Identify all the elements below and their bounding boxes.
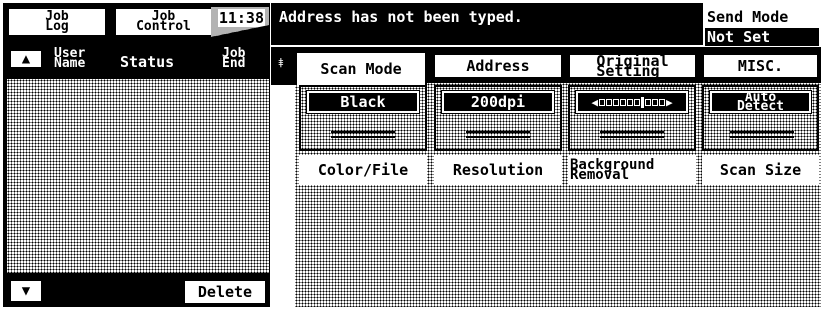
- status-message: Address has not been typed.: [279, 8, 523, 26]
- background-removal-label: Background Removal: [568, 155, 696, 185]
- tab-original-setting[interactable]: Original Setting: [568, 53, 697, 79]
- resolution-label: Resolution: [434, 155, 562, 185]
- column-status: Status: [120, 53, 175, 71]
- button-bar-decoration: [466, 136, 530, 138]
- tab-scan-mode[interactable]: Scan Mode: [295, 51, 427, 85]
- delete-button[interactable]: Delete: [183, 279, 267, 305]
- tab-corner-decoration: [211, 25, 269, 37]
- column-job-end: Job End: [222, 46, 246, 71]
- tab-address[interactable]: Address: [433, 53, 563, 79]
- color-file-value: Black: [306, 90, 420, 114]
- send-mode-label: Send Mode: [705, 7, 819, 26]
- button-bar-decoration: [600, 136, 664, 138]
- scan-size-label: Scan Size: [702, 155, 819, 185]
- job-control-button[interactable]: Job Control: [114, 7, 211, 37]
- arrow-down-icon: ▼: [21, 283, 31, 299]
- button-bar-decoration: [730, 136, 794, 138]
- column-user-name: User Name: [54, 46, 86, 71]
- color-file-button[interactable]: Black: [299, 85, 427, 151]
- resolution-value: 200dpi: [441, 90, 555, 114]
- arrow-up-icon: ▲: [21, 51, 31, 67]
- button-bar-decoration: [730, 131, 794, 133]
- scroll-up-button[interactable]: ▲: [9, 49, 43, 69]
- send-mode-value: Not Set: [705, 28, 819, 46]
- button-bar-decoration: [331, 136, 395, 138]
- button-bar-decoration: [466, 131, 530, 133]
- density-slider-icon: ◀ ▶: [575, 90, 689, 114]
- button-bar-decoration: [600, 131, 664, 133]
- tab-misc[interactable]: MISC.: [702, 53, 819, 79]
- job-log-button[interactable]: Job Log: [7, 7, 107, 37]
- book-icon: ⯒: [278, 56, 284, 71]
- copier-screen: Job Log Job Control 11:38 ▲ User Name Statu…: [3, 3, 821, 307]
- scan-size-button[interactable]: Auto Detect: [702, 85, 819, 151]
- scroll-down-button[interactable]: ▼: [9, 279, 43, 303]
- background-removal-button[interactable]: ◀ ▶: [568, 85, 696, 151]
- color-file-label: Color/File: [299, 155, 427, 185]
- button-bar-decoration: [331, 131, 395, 133]
- scan-size-value: Auto Detect: [709, 90, 812, 114]
- job-list-area[interactable]: [7, 79, 269, 273]
- resolution-button[interactable]: 200dpi: [434, 85, 562, 151]
